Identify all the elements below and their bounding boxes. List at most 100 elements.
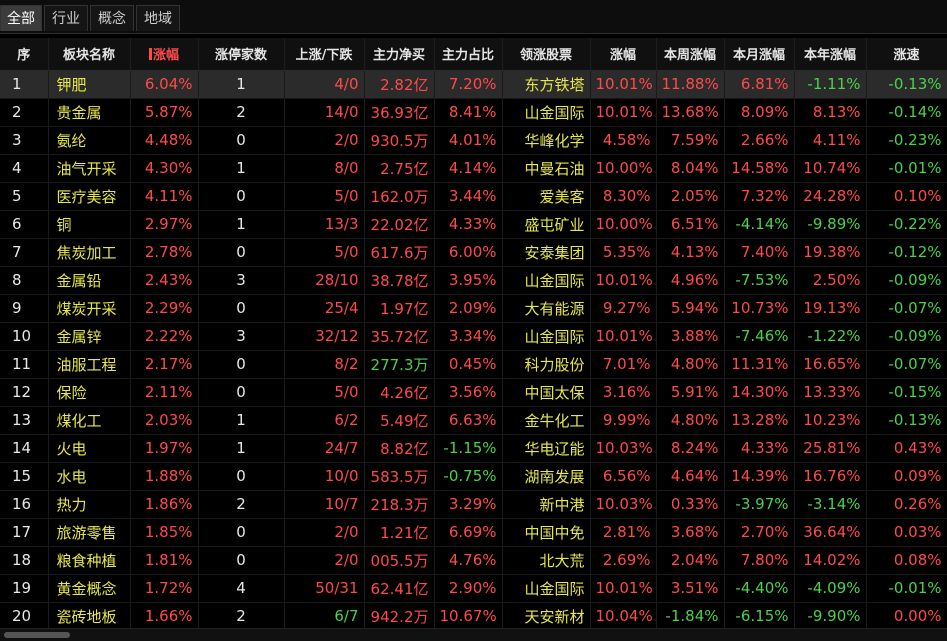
table-row[interactable]: 4 油气开采 4.30% 1 8/0 2.75亿 4.14% 中曼石油 10.00% 8.04% 1…	[0, 154, 947, 183]
table-row[interactable]: 7 焦炭加工 2.78% 0 5/0 617.6万 6.00% 安泰集团 5.35% 4.13% 7…	[0, 238, 947, 267]
tab-industry[interactable]: 行业	[44, 5, 88, 31]
cell-net-buy: 2.75亿	[364, 154, 435, 183]
cell-change: 1.85%	[130, 518, 199, 547]
scrollbar-thumb[interactable]	[4, 632, 70, 638]
cell-month-change: 7.32%	[724, 182, 795, 211]
table-row[interactable]: 13 煤化工 2.03% 1 6/2 5.49亿 6.63% 金牛化工 9.99% 4.80% 13…	[0, 406, 947, 435]
col-header-ratio[interactable]: 主力占比	[434, 38, 503, 71]
cell-leader-change: 10.03%	[590, 490, 657, 519]
cell-speed: -0.09%	[866, 322, 947, 351]
category-tab-bar: 全部 行业 概念 地域	[0, 0, 947, 34]
cell-main-ratio: 4.14%	[434, 154, 503, 183]
tab-all[interactable]: 全部	[0, 5, 42, 31]
cell-month-change: 14.58%	[724, 154, 795, 183]
table-row[interactable]: 15 水电 1.88% 0 10/0 583.5万 -0.75% 湖南发展 6.56% 4.64%…	[0, 462, 947, 491]
cell-net-buy: 2.82亿	[364, 70, 435, 99]
cell-speed: 0.09%	[866, 462, 947, 491]
cell-index: 19	[0, 574, 49, 603]
cell-limit-up: 0	[198, 546, 285, 575]
table-row[interactable]: 2 贵金属 5.87% 2 14/0 36.93亿 8.41% 山金国际 10.01% 13.68…	[0, 98, 947, 127]
cell-index: 12	[0, 378, 49, 407]
cell-up-down: 8/0	[284, 154, 365, 183]
cell-net-buy: 942.2万	[364, 602, 435, 631]
table-row[interactable]: 12 保险 2.11% 0 5/0 4.26亿 3.56% 中国太保 3.16% 5.91% 14.…	[0, 378, 947, 407]
table-row[interactable]: 14 火电 1.97% 1 24/7 8.82亿 -1.15% 华电辽能 10.03% 8.24%…	[0, 434, 947, 463]
table-row[interactable]: 6 铜 2.97% 1 13/3 22.02亿 4.33% 盛屯矿业 10.00% 6.51% -4…	[0, 210, 947, 239]
col-header-week-change[interactable]: 本周涨幅	[656, 38, 725, 71]
table-row[interactable]: 17 旅游零售 1.85% 0 2/0 1.21亿 6.69% 中国中免 2.81% 3.68% 2…	[0, 518, 947, 547]
cell-net-buy: 218.3万	[364, 490, 435, 519]
table-row[interactable]: 19 黄金概念 1.72% 4 50/31 62.41亿 2.90% 山金国际 10.01% 3.…	[0, 574, 947, 603]
cell-leading-stock: 山金国际	[502, 266, 591, 295]
col-header-year-change[interactable]: 本年涨幅	[794, 38, 867, 71]
tab-region[interactable]: 地域	[136, 5, 180, 31]
cell-main-ratio: 6.00%	[434, 238, 503, 267]
cell-year-change: 19.13%	[794, 294, 867, 323]
cell-week-change: 8.04%	[656, 154, 725, 183]
cell-speed: -0.22%	[866, 210, 947, 239]
table-row[interactable]: 18 粮食种植 1.81% 0 2/0 005.5万 4.76% 北大荒 2.69% 2.04% 7…	[0, 546, 947, 575]
sort-indicator-icon	[148, 48, 152, 61]
cell-leader-change: 8.30%	[590, 182, 657, 211]
cell-speed: -0.14%	[866, 98, 947, 127]
table-row[interactable]: 20 瓷砖地板 1.66% 2 6/7 942.2万 10.67% 天安新材 10.04% -1.…	[0, 602, 947, 631]
cell-leader-change: 10.03%	[590, 434, 657, 463]
cell-leader-change: 2.69%	[590, 546, 657, 575]
cell-leading-stock: 山金国际	[502, 322, 591, 351]
cell-limit-up: 1	[198, 406, 285, 435]
cell-main-ratio: -1.15%	[434, 434, 503, 463]
col-header-net-buy[interactable]: 主力净买	[364, 38, 435, 71]
cell-week-change: 5.91%	[656, 378, 725, 407]
col-header-index[interactable]: 序	[0, 38, 49, 71]
cell-change: 1.81%	[130, 546, 199, 575]
cell-leading-stock: 中国中免	[502, 518, 591, 547]
table-row[interactable]: 1 钾肥 6.04% 1 4/0 2.82亿 7.20% 东方铁塔 10.01% 11.88% 6.…	[0, 70, 947, 99]
cell-month-change: 2.66%	[724, 126, 795, 155]
col-header-leader[interactable]: 领涨股票	[502, 38, 591, 71]
cell-leader-change: 10.01%	[590, 574, 657, 603]
col-header-speed[interactable]: 涨速	[866, 38, 947, 71]
col-header-change[interactable]: 涨幅	[130, 38, 199, 71]
cell-leading-stock: 东方铁塔	[502, 70, 591, 99]
cell-year-change: 8.13%	[794, 98, 867, 127]
cell-leader-change: 10.00%	[590, 210, 657, 239]
col-header-name[interactable]: 板块名称	[48, 38, 131, 71]
cell-index: 9	[0, 294, 49, 323]
cell-main-ratio: 3.44%	[434, 182, 503, 211]
cell-limit-up: 0	[198, 350, 285, 379]
cell-year-change: 16.65%	[794, 350, 867, 379]
horizontal-scrollbar[interactable]	[0, 628, 947, 641]
table-row[interactable]: 9 煤炭开采 2.29% 0 25/4 1.97亿 2.09% 大有能源 9.27% 5.94% 1…	[0, 294, 947, 323]
cell-leader-change: 10.00%	[590, 154, 657, 183]
cell-index: 18	[0, 546, 49, 575]
table-row[interactable]: 5 医疗美容 4.11% 0 5/0 162.0万 3.44% 爱美客 8.30% 2.05% 7.…	[0, 182, 947, 211]
cell-speed: 0.08%	[866, 546, 947, 575]
cell-week-change: -1.84%	[656, 602, 725, 631]
cell-leading-stock: 安泰集团	[502, 238, 591, 267]
cell-limit-up: 0	[198, 294, 285, 323]
col-header-up-down[interactable]: 上涨/下跌	[284, 38, 365, 71]
cell-net-buy: 277.3万	[364, 350, 435, 379]
cell-limit-up: 3	[198, 322, 285, 351]
cell-change: 2.29%	[130, 294, 199, 323]
col-header-limit-up[interactable]: 涨停家数	[198, 38, 285, 71]
col-header-month-change[interactable]: 本月涨幅	[724, 38, 795, 71]
cell-change: 2.17%	[130, 350, 199, 379]
cell-leading-stock: 山金国际	[502, 574, 591, 603]
table-row[interactable]: 3 氨纶 4.48% 0 2/0 930.5万 4.01% 华峰化学 4.58% 7.59% 2.6…	[0, 126, 947, 155]
cell-leader-change: 2.81%	[590, 518, 657, 547]
tab-concept[interactable]: 概念	[90, 5, 134, 31]
cell-change: 2.11%	[130, 378, 199, 407]
table-row[interactable]: 10 金属锌 2.22% 3 32/12 35.72亿 3.34% 山金国际 10.01% 3.8…	[0, 322, 947, 351]
cell-year-change: 14.02%	[794, 546, 867, 575]
table-row[interactable]: 16 热力 1.86% 2 10/7 218.3万 3.29% 新中港 10.03% 0.33% -…	[0, 490, 947, 519]
table-body: 1 钾肥 6.04% 1 4/0 2.82亿 7.20% 东方铁塔 10.01% 11.88% 6.…	[0, 70, 947, 631]
cell-month-change: 7.40%	[724, 238, 795, 267]
cell-month-change: 4.33%	[724, 434, 795, 463]
cell-sector-name: 保险	[48, 378, 131, 407]
table-row[interactable]: 11 油服工程 2.17% 0 8/2 277.3万 0.45% 科力股份 7.01% 4.80%…	[0, 350, 947, 379]
cell-sector-name: 瓷砖地板	[48, 602, 131, 631]
cell-year-change: -4.09%	[794, 574, 867, 603]
table-row[interactable]: 8 金属铅 2.43% 3 28/10 38.78亿 3.95% 山金国际 10.01% 4.96…	[0, 266, 947, 295]
col-header-leader-change[interactable]: 涨幅	[590, 38, 657, 71]
